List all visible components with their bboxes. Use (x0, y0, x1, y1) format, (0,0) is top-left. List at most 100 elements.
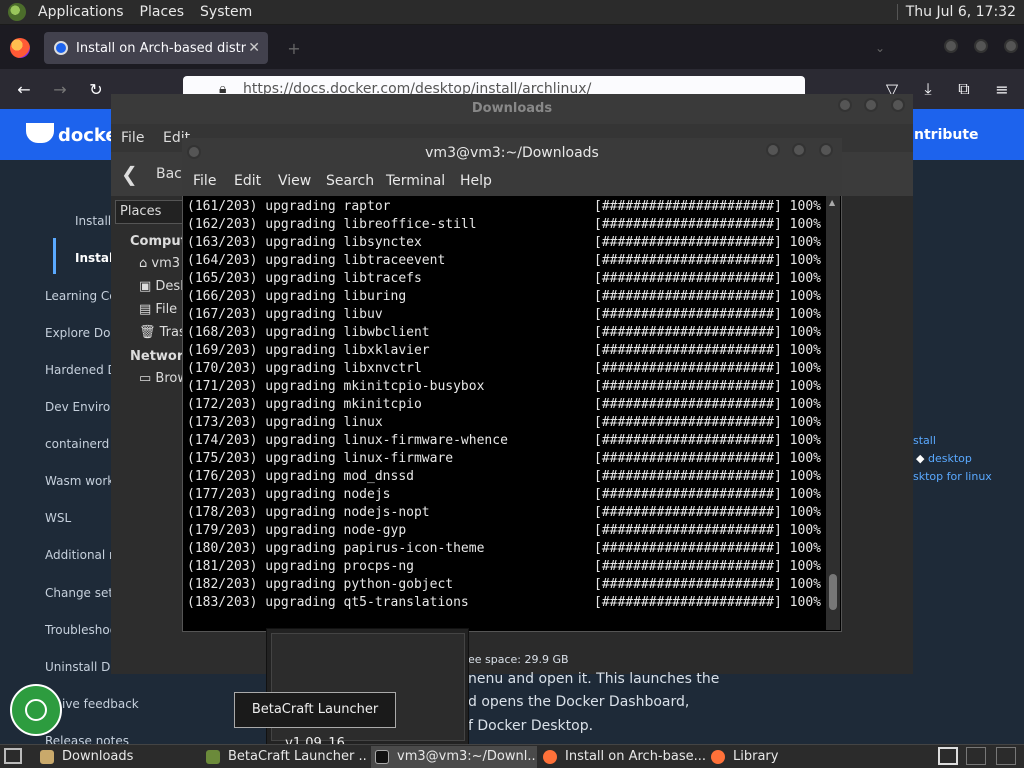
terminal-output[interactable]: (161/203) upgrading raptor [#############… (183, 196, 826, 630)
trash-applet-icon[interactable] (996, 747, 1016, 765)
sidebar-item[interactable]: Uninstall Do (45, 660, 118, 674)
sidebar-item[interactable]: Change setti (45, 586, 121, 600)
terminal-title: vm3@vm3:~/Downloads (182, 138, 842, 168)
sidebar-item[interactable]: WSL (45, 511, 71, 525)
distro-logo-icon[interactable] (8, 3, 26, 21)
tag-link[interactable]: stall (913, 434, 936, 447)
sidebar-item[interactable]: Additional re (45, 548, 121, 562)
docker-body-text: ee space: 29.9 GB (468, 653, 569, 666)
terminal-progress-bar: [######################] 100% (594, 505, 821, 520)
terminal-progress-bar: [######################] 100% (594, 307, 821, 322)
hamburger-menu-icon[interactable]: ≡ (990, 77, 1014, 101)
term-menu-help[interactable]: Help (460, 173, 492, 189)
new-tab-icon[interactable]: + (282, 36, 306, 60)
terminal-line: (164/203) upgrading libtraceevent (187, 253, 446, 268)
docker-sidebar (0, 160, 112, 744)
tag-link[interactable]: ◆ desktop (916, 452, 972, 465)
place-item-home[interactable]: ⌂ vm3 (139, 256, 180, 271)
close-tab-icon[interactable]: ✕ (248, 40, 260, 56)
places-menu[interactable]: Places (132, 4, 193, 20)
terminal-line: (176/203) upgrading mod_dnssd (187, 469, 414, 484)
terminal-minimize-icon[interactable] (766, 143, 780, 157)
workspace-2-icon[interactable] (966, 747, 986, 765)
terminal-line: (167/203) upgrading libuv (187, 307, 383, 322)
taskbar-item-library[interactable]: Library (707, 746, 867, 768)
top-panel: Applications Places System Thu Jul 6, 17… (0, 0, 1024, 25)
term-menu-edit[interactable]: Edit (234, 173, 261, 189)
terminal-progress-bar: [######################] 100% (594, 523, 821, 538)
docker-body-text: nenu and open it. This launches the (468, 671, 720, 687)
terminal-scrollbar[interactable] (826, 196, 840, 630)
taskbar-item-terminal[interactable]: vm3@vm3:~/Downl... (371, 746, 537, 768)
terminal-line: (179/203) upgrading node-gyp (187, 523, 407, 538)
term-menu-search[interactable]: Search (326, 173, 374, 189)
term-menu-view[interactable]: View (278, 173, 311, 189)
terminal-line: (182/203) upgrading python-gobject (187, 577, 454, 592)
close-window-icon[interactable] (1004, 39, 1018, 53)
sidebar-item[interactable]: Troubleshoo (45, 623, 117, 637)
terminal-scroll-thumb[interactable] (829, 574, 837, 610)
terminal-progress-bar: [######################] 100% (594, 469, 821, 484)
fm-menu-file[interactable]: File (121, 130, 144, 146)
fm-minimize-icon[interactable] (838, 98, 852, 112)
sidebar-item[interactable]: Install (75, 214, 111, 228)
fm-maximize-icon[interactable] (864, 98, 878, 112)
terminal-line: (162/203) upgrading libreoffice-still (187, 217, 477, 232)
tag-link[interactable]: sktop for linux (913, 470, 992, 483)
docker-favicon-icon (54, 41, 68, 55)
contribute-link[interactable]: ntribute (914, 127, 979, 143)
terminal-line: (175/203) upgrading linux-firmware (187, 451, 454, 466)
taskbar-item-betacraft[interactable]: BetaCraft Launcher ... (202, 746, 368, 768)
applications-menu[interactable]: Applications (30, 4, 132, 20)
reload-icon[interactable]: ↻ (84, 77, 108, 101)
downloads-icon[interactable]: ⤓ (916, 77, 940, 101)
forward-icon[interactable]: → (48, 77, 72, 101)
terminal-progress-bar: [######################] 100% (594, 199, 821, 214)
terminal-line: (180/203) upgrading papirus-icon-theme (187, 541, 485, 556)
places-dropdown[interactable]: Places (115, 200, 183, 224)
terminal-maximize-icon[interactable] (792, 143, 806, 157)
terminal-line: (170/203) upgrading libxnvctrl (187, 361, 422, 376)
cookie-consent-icon[interactable] (10, 684, 62, 736)
firefox-icon[interactable] (10, 38, 30, 58)
docker-whale-icon[interactable] (26, 123, 54, 143)
terminal-progress-bar: [######################] 100% (594, 217, 821, 232)
scroll-up-icon[interactable]: ▲ (829, 198, 835, 207)
sidebar-item[interactable]: containerd i (45, 437, 116, 451)
terminal-progress-bar: [######################] 100% (594, 559, 821, 574)
taskbar-label: Library (733, 749, 779, 764)
docker-body-text: d opens the Docker Dashboard, (468, 694, 690, 710)
show-desktop-icon[interactable] (4, 748, 22, 764)
term-menu-terminal[interactable]: Terminal (386, 173, 445, 189)
maximize-window-icon[interactable] (974, 39, 988, 53)
file-manager-title: Downloads (111, 94, 913, 124)
system-menu[interactable]: System (192, 4, 260, 20)
terminal-line: (168/203) upgrading libwbclient (187, 325, 430, 340)
back-arrow-icon[interactable]: ❮ (121, 162, 138, 186)
term-menu-file[interactable]: File (193, 173, 216, 189)
clock[interactable]: Thu Jul 6, 17:32 (906, 4, 1024, 20)
tab-list-icon[interactable]: ⌄ (868, 36, 892, 60)
sidebar-item[interactable]: ive feedback (62, 697, 139, 711)
fm-close-icon[interactable] (891, 98, 905, 112)
tag-label: desktop (927, 452, 972, 465)
terminal-menu-icon[interactable] (187, 145, 201, 159)
back-icon[interactable]: ← (12, 77, 36, 101)
sidebar-item[interactable]: Release notes (45, 734, 129, 744)
minimize-window-icon[interactable] (944, 39, 958, 53)
sidebar-item[interactable]: Wasm workl (45, 474, 118, 488)
taskbar-label: BetaCraft Launcher ... (228, 749, 368, 764)
terminal-line: (165/203) upgrading libtracefs (187, 271, 422, 286)
sidebar-item[interactable]: Dev Environ (45, 400, 118, 414)
folder-icon (40, 750, 54, 764)
terminal-progress-bar: [######################] 100% (594, 415, 821, 430)
taskbar-item-firefox[interactable]: Install on Arch-base... (539, 746, 705, 768)
taskbar-label: vm3@vm3:~/Downl... (397, 749, 537, 764)
extensions-icon[interactable]: ⧉ (952, 77, 976, 101)
taskbar-item-downloads[interactable]: Downloads (36, 746, 196, 768)
browser-tab[interactable]: Install on Arch-based distrib ✕ (44, 32, 268, 64)
terminal-line: (169/203) upgrading libxklavier (187, 343, 430, 358)
terminal-close-icon[interactable] (819, 143, 833, 157)
workspace-1-icon[interactable] (938, 747, 958, 765)
terminal-line: (173/203) upgrading linux (187, 415, 383, 430)
